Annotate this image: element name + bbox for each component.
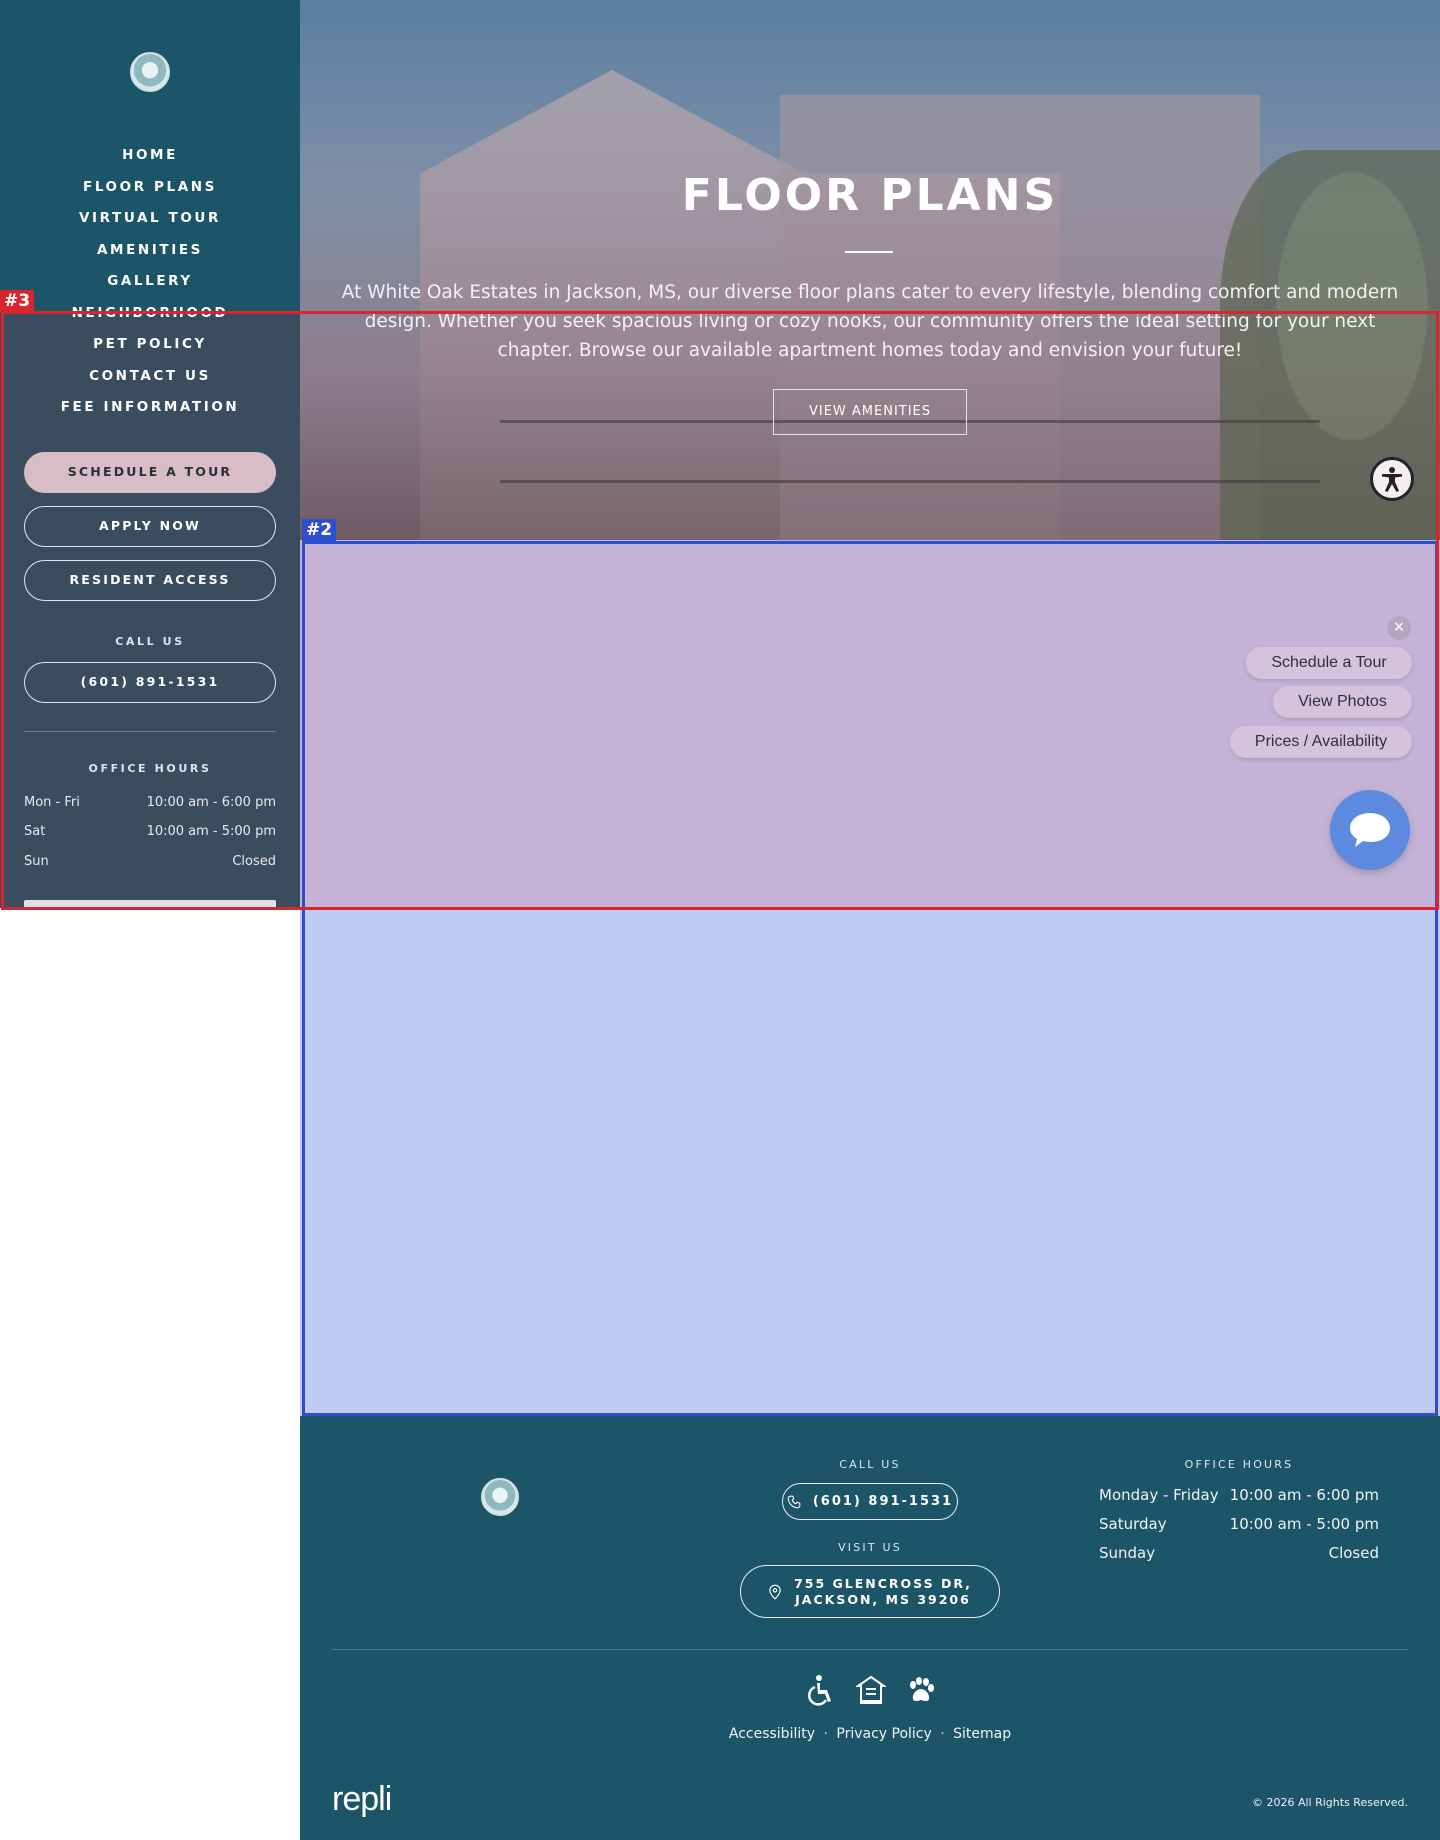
accessibility-icon[interactable]: [1370, 457, 1414, 501]
hours-day: Sunday: [1099, 1544, 1156, 1562]
privacy-policy-link[interactable]: Privacy Policy: [836, 1726, 931, 1742]
footer: CALL US (601) 891-1531 VISIT US 755 GLEN…: [300, 1416, 1440, 1840]
apply-now-button[interactable]: APPLY NOW: [24, 506, 276, 547]
content-highlight-overlay: [300, 540, 1440, 908]
hours-row: Mon - Fri 10:00 am - 6:00 pm: [24, 795, 276, 810]
nav-item-neighborhood[interactable]: NEIGHBORHOOD: [0, 300, 300, 332]
footer-phone-button[interactable]: (601) 891-1531: [782, 1483, 958, 1520]
title-underline: [845, 251, 893, 253]
hours-row: Sat 10:00 am - 5:00 pm: [24, 824, 276, 839]
page-title: FLOOR PLANS: [681, 170, 1059, 221]
footer-hours-row: Monday - Friday 10:00 am - 6:00 pm: [1099, 1486, 1379, 1504]
nav-item-fee-information[interactable]: FEE INFORMATION: [0, 394, 300, 426]
sitemap-link[interactable]: Sitemap: [953, 1726, 1011, 1742]
hours-time: 10:00 am - 6:00 pm: [1229, 1486, 1379, 1504]
footer-hours-row: Saturday 10:00 am - 5:00 pm: [1099, 1515, 1379, 1533]
footer-office-hours-label: OFFICE HOURS: [1184, 1458, 1294, 1471]
footer-visit-us-label: VISIT US: [838, 1541, 902, 1554]
hours-row: Sun Closed: [24, 854, 276, 869]
nav-item-virtual-tour[interactable]: VIRTUAL TOUR: [0, 205, 300, 237]
nav-item-gallery[interactable]: GALLERY: [0, 268, 300, 300]
footer-divider: [332, 1649, 1408, 1650]
hours-day: Mon - Fri: [24, 795, 80, 810]
nav-item-floor-plans[interactable]: FLOOR PLANS: [0, 174, 300, 206]
link-separator: ·: [940, 1726, 945, 1742]
chat-icon[interactable]: [1330, 790, 1410, 870]
close-icon[interactable]: ×: [1387, 616, 1411, 640]
footer-links: Accessibility · Privacy Policy · Sitemap: [300, 1726, 1440, 1742]
annotation-tag-2: #2: [302, 519, 337, 541]
hours-time: Closed: [1328, 1544, 1379, 1562]
nav-item-home[interactable]: HOME: [0, 142, 300, 174]
equal-housing-icon: [856, 1675, 886, 1704]
view-amenities-button[interactable]: VIEW AMENITIES: [773, 389, 967, 435]
chat-option-prices-availability[interactable]: Prices / Availability: [1230, 726, 1412, 758]
accessibility-link[interactable]: Accessibility: [729, 1726, 815, 1742]
hours-time: 10:00 am - 5:00 pm: [146, 824, 276, 839]
hours-day: Sat: [24, 824, 46, 839]
hours-day: Saturday: [1099, 1515, 1167, 1533]
paw-icon: [910, 1677, 934, 1701]
chat-option-view-photos[interactable]: View Photos: [1273, 686, 1412, 718]
office-hours-label: OFFICE HOURS: [88, 762, 212, 775]
compliance-icons: [805, 1674, 935, 1706]
sidebar-divider: [24, 731, 276, 732]
hero-banner: FLOOR PLANS At White Oak Estates in Jack…: [300, 0, 1440, 540]
call-us-label: CALL US: [115, 635, 185, 648]
footer-logo[interactable]: [481, 1478, 519, 1516]
footer-address: 755 GLENCROSS DR, JACKSON, MS 39206: [794, 1576, 972, 1608]
address-line-2: JACKSON, MS 39206: [795, 1591, 971, 1607]
sidebar: HOME FLOOR PLANS VIRTUAL TOUR AMENITIES …: [0, 0, 300, 908]
nav-item-amenities[interactable]: AMENITIES: [0, 237, 300, 269]
location-pin-icon: [769, 1584, 781, 1600]
footer-phone-text: (601) 891-1531: [812, 1494, 954, 1509]
footer-address-button[interactable]: 755 GLENCROSS DR, JACKSON, MS 39206: [740, 1565, 1000, 1618]
hours-time: Closed: [232, 854, 276, 869]
footer-call-us-label: CALL US: [839, 1458, 901, 1471]
wheelchair-icon: [808, 1675, 831, 1706]
hero-description: At White Oak Estates in Jackson, MS, our…: [341, 282, 1399, 361]
hours-time: 10:00 am - 6:00 pm: [146, 795, 276, 810]
schedule-tour-button[interactable]: SCHEDULE A TOUR: [24, 452, 276, 493]
annotation-tag-3: #3: [0, 290, 35, 312]
phone-icon: [787, 1495, 801, 1508]
repli-logo[interactable]: repli: [332, 1780, 392, 1819]
phone-button[interactable]: (601) 891-1531: [24, 662, 276, 703]
hours-day: Monday - Friday: [1099, 1486, 1219, 1504]
link-separator: ·: [823, 1726, 828, 1742]
copyright-text: © 2026 All Rights Reserved.: [1251, 1796, 1408, 1809]
resident-access-button[interactable]: RESIDENT ACCESS: [24, 560, 276, 601]
site-logo[interactable]: [130, 52, 170, 92]
footer-hours-row: Sunday Closed: [1099, 1544, 1379, 1562]
hours-time: 10:00 am - 5:00 pm: [1229, 1515, 1379, 1533]
hours-day: Sun: [24, 854, 49, 869]
main-nav: HOME FLOOR PLANS VIRTUAL TOUR AMENITIES …: [0, 142, 300, 426]
chat-option-schedule-tour[interactable]: Schedule a Tour: [1246, 647, 1412, 679]
sidebar-bottom-bar: [24, 900, 276, 908]
balcony-railing: [500, 480, 1320, 483]
address-line-1: 755 GLENCROSS DR,: [794, 1575, 972, 1591]
nav-item-pet-policy[interactable]: PET POLICY: [0, 331, 300, 363]
nav-item-contact-us[interactable]: CONTACT US: [0, 363, 300, 395]
